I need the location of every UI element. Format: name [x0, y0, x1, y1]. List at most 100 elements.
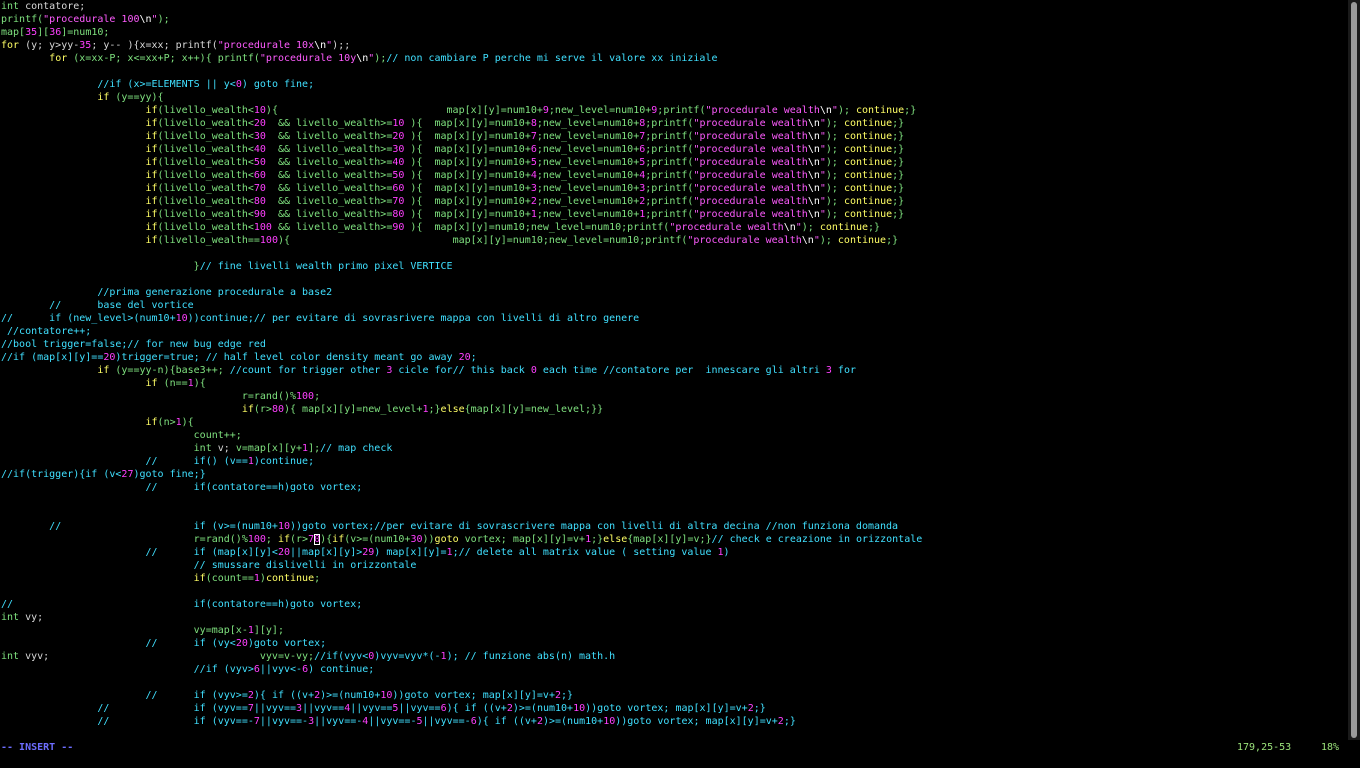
code-token: {map[x][y]=new_level;}} [464, 404, 604, 415]
code-token: vy=map[x- [193, 625, 248, 636]
code-token: vyv; [19, 651, 260, 662]
code-token: if [145, 105, 158, 116]
code-line[interactable]: if(livello_wealth<10){ map[x][y]=num10+9… [0, 104, 1348, 117]
code-line[interactable]: int vyv; vyv=v-vy;//if(vyv<0)vyv=vyv*(-1… [0, 650, 1348, 663]
code-line[interactable] [0, 585, 1348, 598]
code-token: continue [843, 170, 893, 181]
code-line[interactable]: if(livello_wealth==100){ map[x][y]=num10… [0, 234, 1348, 247]
code-line[interactable] [0, 65, 1348, 78]
code-line[interactable]: int v; v=map[x][y+1];// map check [0, 442, 1348, 455]
code-token: ){ [320, 534, 333, 545]
code-token: ;} [753, 703, 766, 714]
code-line[interactable]: // if (map[x][y]<20||map[x][y]>29) map[x… [0, 546, 1348, 559]
code-line[interactable]: count++; [0, 429, 1348, 442]
cursor-position: 179,25-53 [1237, 742, 1292, 753]
code-token: 80 [392, 209, 405, 220]
code-line[interactable]: // if (vyv==-7||vyv==-3||vyv==-4||vyv==-… [0, 715, 1348, 728]
code-line[interactable]: if(r>80){ map[x][y]=new_level+1;}else{ma… [0, 403, 1348, 416]
code-line[interactable]: //if(trigger){if (v<27)goto fine;} [0, 468, 1348, 481]
code-line[interactable]: for (x=xx-P; x<=xx+P; x++){ printf("proc… [0, 52, 1348, 65]
code-token: ;} [892, 118, 905, 129]
code-token: 100 [247, 534, 266, 545]
code-line[interactable]: // if (new_level>(num10+10))continue;// … [0, 312, 1348, 325]
code-token: ;} [892, 144, 905, 155]
code-token: continue [843, 131, 893, 142]
code-line[interactable]: vy=map[x-1][y]; [0, 624, 1348, 637]
code-token: ;} [892, 209, 905, 220]
code-line[interactable]: printf("procedurale 100\n"); [0, 13, 1348, 26]
code-line[interactable] [0, 676, 1348, 689]
code-line[interactable]: if(count==1)continue; [0, 572, 1348, 585]
code-line[interactable]: if(livello_wealth<100 && livello_wealth>… [0, 221, 1348, 234]
code-line[interactable]: if(livello_wealth<70 && livello_wealth>=… [0, 182, 1348, 195]
code-line[interactable]: if(livello_wealth<20 && livello_wealth>=… [0, 117, 1348, 130]
code-line[interactable]: if(n>1){ [0, 416, 1348, 429]
code-token: 90 [392, 222, 405, 233]
code-token: 35 [79, 40, 92, 51]
code-line[interactable]: if(livello_wealth<60 && livello_wealth>=… [0, 169, 1348, 182]
code-line[interactable]: // smussare dislivelli in orizzontale [0, 559, 1348, 572]
code-line[interactable]: map[35][36]=num10; [0, 26, 1348, 39]
code-line[interactable]: if(livello_wealth<80 && livello_wealth>=… [0, 195, 1348, 208]
code-line[interactable]: if(livello_wealth<30 && livello_wealth>=… [0, 130, 1348, 143]
code-line[interactable]: if(livello_wealth<50 && livello_wealth>=… [0, 156, 1348, 169]
code-token: vy; [19, 612, 44, 623]
code-line[interactable]: if(livello_wealth<40 && livello_wealth>=… [0, 143, 1348, 156]
code-line[interactable]: // if (vyv>=2){ if ((v+2)>=(num10+10))go… [0, 689, 1348, 702]
code-line[interactable]: r=rand()%100; if(r>70){if(v>=(num10+30))… [0, 533, 1348, 546]
code-token: ){ [181, 417, 194, 428]
code-token: v=map[x][y+ [235, 443, 303, 454]
code-token: \n [807, 209, 820, 220]
code-line[interactable]: if (n==1){ [0, 377, 1348, 390]
code-line[interactable]: //prima generazione procedurale a base2 [0, 286, 1348, 299]
code-token: )>=(num10+ [542, 716, 604, 727]
code-line[interactable]: // if (vyv==7||vyv==3||vyv==4||vyv==5||v… [0, 702, 1348, 715]
code-line[interactable]: if(livello_wealth<90 && livello_wealth>=… [0, 208, 1348, 221]
code-line[interactable]: //if (vyv>6||vyv<-6) continue; [0, 663, 1348, 676]
code-token: // if (vy< [145, 638, 236, 649]
code-line[interactable] [0, 247, 1348, 260]
code-token: if [145, 157, 158, 168]
code-line[interactable]: // base del vortice [0, 299, 1348, 312]
code-editor-area[interactable]: int contatore; printf("procedurale 100\n"… [0, 0, 1348, 740]
code-line[interactable] [0, 507, 1348, 520]
code-line[interactable]: int contatore; [0, 0, 1348, 13]
code-token: if [145, 417, 158, 428]
code-line[interactable]: // if(contatore==h)goto vortex; [0, 481, 1348, 494]
code-line[interactable] [0, 273, 1348, 286]
code-line[interactable]: for (y; y>yy-35; y-- ){x=xx; printf("pro… [0, 39, 1348, 52]
code-line[interactable]: // if (v>=(num10+10))goto vortex;//per e… [0, 520, 1348, 533]
code-token: ){ map[x][y]=num10+ [404, 144, 531, 155]
code-line[interactable]: // if(contatore==h)goto vortex; [0, 598, 1348, 611]
code-token: \n [807, 131, 820, 142]
scrollbar-thumb[interactable] [1351, 2, 1357, 738]
vertical-scrollbar[interactable] [1348, 0, 1360, 740]
code-token: );; [332, 40, 351, 51]
code-token: for [831, 365, 856, 376]
code-line[interactable]: //if (x>=ELEMENTS || y<0) goto fine; [0, 78, 1348, 91]
code-token: // map check [320, 443, 393, 454]
code-line[interactable]: r=rand()%100; [0, 390, 1348, 403]
code-line[interactable]: if (y==yy-n){base3++; //count for trigge… [0, 364, 1348, 377]
code-line[interactable]: //bool trigger=false;// for new bug edge… [0, 338, 1348, 351]
code-token: ||vyv== [350, 703, 393, 714]
code-line[interactable]: // if() (v==1)continue; [0, 455, 1348, 468]
code-token: 20 [277, 547, 290, 558]
code-token: continue [837, 235, 887, 246]
code-line[interactable]: if (y==yy){ [0, 91, 1348, 104]
code-line[interactable]: }// fine livelli wealth primo pixel VERT… [0, 260, 1348, 273]
code-line[interactable]: // if (vy<20)goto vortex; [0, 637, 1348, 650]
code-token: // if (vyv==- [97, 716, 254, 727]
code-line[interactable] [0, 494, 1348, 507]
code-line[interactable]: //if (map[x][y]==20)trigger=true; // hal… [0, 351, 1348, 364]
code-token: ){ map[x][y]=num10+ [404, 183, 531, 194]
code-line[interactable]: //contatore++; [0, 325, 1348, 338]
code-token: ;new_level=num10+ [548, 105, 652, 116]
code-line[interactable]: int vy; [0, 611, 1348, 624]
code-token: (v>=(num10+ [344, 534, 411, 545]
